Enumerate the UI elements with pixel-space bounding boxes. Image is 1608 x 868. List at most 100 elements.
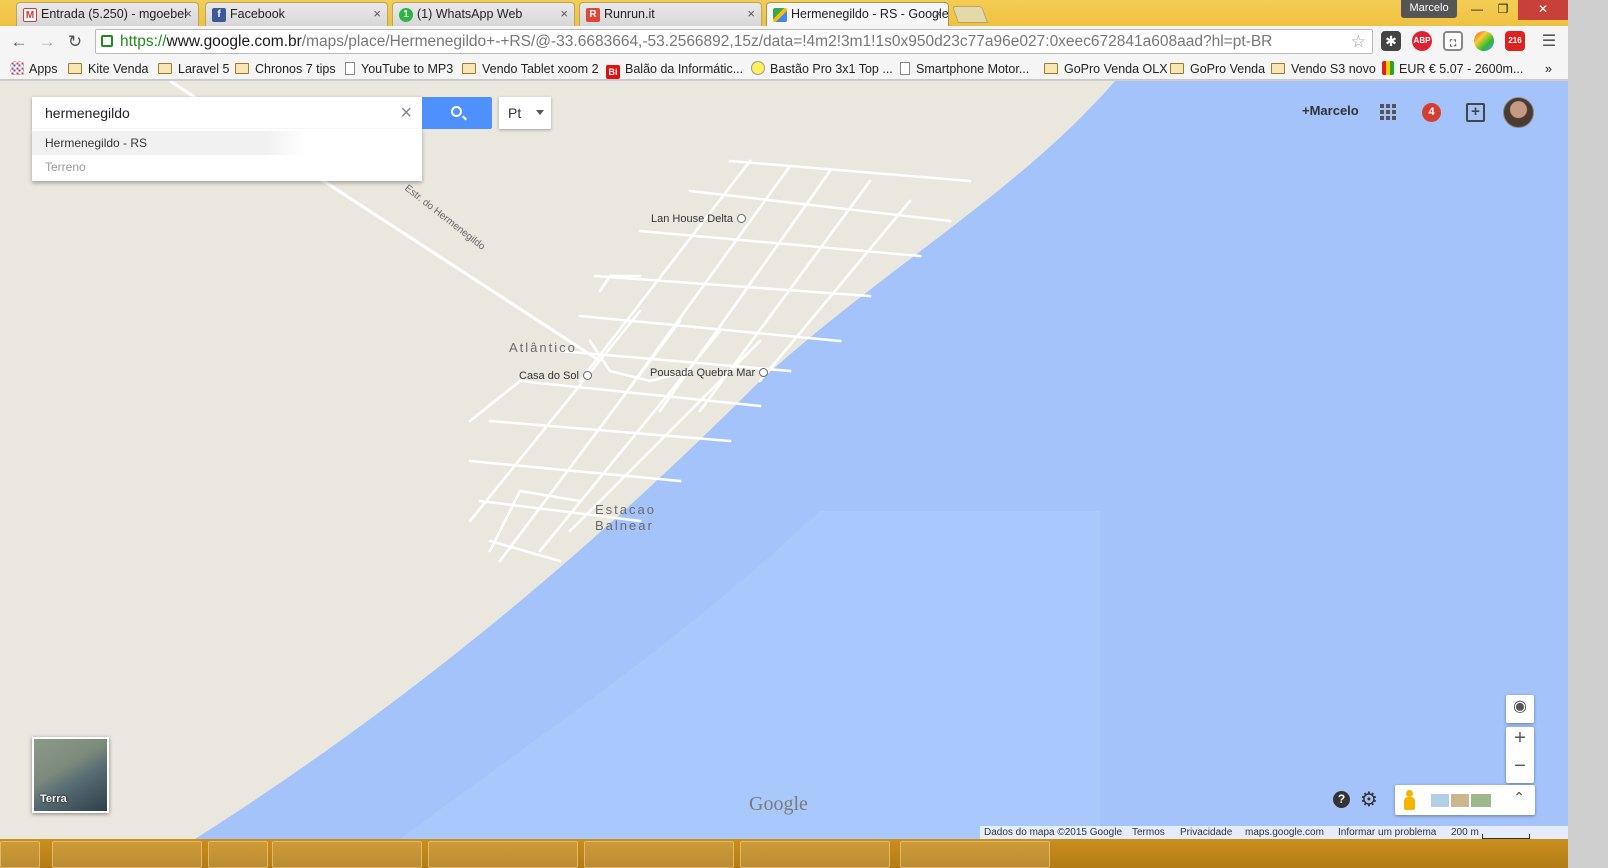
bookmark-apps[interactable]: Apps	[10, 61, 58, 77]
taskbar-item[interactable]	[272, 841, 422, 868]
tab-whatsapp[interactable]: 1 (1) WhatsApp Web ×	[392, 2, 575, 26]
close-icon[interactable]: ×	[400, 97, 412, 129]
bookmark-label: Laravel 5	[178, 62, 230, 76]
folder-icon	[235, 63, 249, 74]
taskbar-item[interactable]	[740, 841, 890, 868]
menu-icon[interactable]: ☰	[1538, 32, 1560, 52]
pegman-icon[interactable]	[1404, 790, 1415, 810]
folder-icon	[1170, 63, 1184, 74]
poi-casa-do-sol[interactable]: Casa do Sol	[519, 370, 592, 382]
close-tab-icon[interactable]: ×	[747, 3, 755, 25]
bookmark-eur[interactable]: EUR € 5.07 - 2600m...	[1382, 61, 1523, 77]
gear-icon[interactable]: ⚙	[1360, 787, 1378, 812]
adblock-icon[interactable]: ABP	[1412, 31, 1432, 51]
restore-button[interactable]: ❐	[1491, 0, 1515, 20]
tab-facebook[interactable]: f Facebook ×	[205, 2, 388, 26]
language-select[interactable]: Pt	[499, 97, 551, 129]
close-tab-icon[interactable]: ×	[373, 3, 381, 25]
bookmarks-overflow[interactable]: »	[1545, 61, 1552, 77]
notify-ext-icon[interactable]: 216	[1505, 31, 1525, 51]
screen-capture-icon[interactable]: ⛶	[1443, 31, 1463, 51]
taskbar-item[interactable]	[584, 841, 734, 868]
bookmark-laravel[interactable]: Laravel 5	[158, 61, 229, 77]
new-tab-button[interactable]	[951, 6, 989, 23]
bookmark-label: Vendo S3 novo	[1291, 62, 1376, 76]
url-scheme: https://	[120, 33, 167, 50]
avatar[interactable]	[1503, 97, 1534, 128]
tab-gmail[interactable]: M Entrada (5.250) - mgoebel ×	[16, 2, 199, 26]
profile-chip[interactable]: Marcelo	[1401, 0, 1457, 18]
terms-link[interactable]: Termos	[1132, 826, 1165, 839]
street-view-bar[interactable]: ⌃	[1395, 785, 1535, 815]
colorful-ext-icon[interactable]	[1474, 31, 1494, 51]
my-location-button[interactable]: ◉	[1506, 695, 1534, 723]
report-problem-link[interactable]: Informar um problema	[1338, 826, 1436, 839]
apps-grid-icon[interactable]	[1380, 104, 1396, 120]
whatsapp-icon: 1	[399, 8, 413, 22]
bookmark-label: Chronos 7 tips	[255, 62, 336, 76]
reload-icon[interactable]: ↻	[64, 32, 86, 52]
url-host: www.google.com.br	[166, 33, 302, 50]
privacy-link[interactable]: Privacidade	[1180, 826, 1232, 839]
search-input[interactable]: hermenegildo ×	[32, 97, 422, 129]
bookmark-bastao[interactable]: Bastão Pro 3x1 Top ...	[751, 61, 893, 77]
minimize-button[interactable]: —	[1465, 0, 1489, 20]
start-button[interactable]	[0, 841, 40, 868]
site-link[interactable]: maps.google.com	[1245, 826, 1324, 839]
zoom-control: + −	[1506, 727, 1534, 783]
taskbar-item[interactable]	[900, 841, 1050, 868]
suggestion-item[interactable]: Hermenegildo - RS	[32, 131, 422, 155]
runrun-icon: R	[586, 8, 600, 22]
chevron-down-icon	[536, 110, 544, 115]
search-button[interactable]	[422, 97, 492, 129]
zoom-in-button[interactable]: +	[1506, 727, 1534, 750]
place-line: Estacao	[595, 502, 656, 517]
bookmark-star-icon[interactable]: ☆	[1351, 30, 1366, 53]
bookmark-vendo-s3[interactable]: Vendo S3 novo	[1271, 61, 1376, 77]
bookmark-vendo-tablet[interactable]: Vendo Tablet xoom 2	[462, 61, 599, 77]
notification-badge[interactable]: 4	[1422, 103, 1441, 122]
taskbar-item[interactable]	[428, 841, 578, 868]
bookmark-label: GoPro Venda	[1190, 62, 1266, 76]
bookmark-kite-venda[interactable]: Kite Venda	[68, 61, 148, 77]
earth-view-toggle[interactable]: Terra	[32, 737, 109, 813]
close-tab-icon[interactable]: ×	[934, 3, 942, 25]
gmail-icon: M	[23, 8, 37, 22]
bookmark-label: YouTube to MP3	[361, 62, 454, 76]
bookmark-chronos[interactable]: Chronos 7 tips	[235, 61, 336, 77]
expand-icon[interactable]: ⌃	[1513, 789, 1525, 806]
close-window-button[interactable]: ✕	[1518, 0, 1568, 20]
url-path: /maps/place/Hermenegildo+-+RS/@-33.66836…	[301, 33, 1273, 50]
poi-label: Casa do Sol	[519, 370, 579, 382]
address-bar[interactable]: https://www.google.com.br/maps/place/Her…	[95, 29, 1373, 54]
maps-icon	[773, 8, 787, 22]
imagery-thumbnails[interactable]	[1431, 794, 1491, 807]
map-canvas[interactable]: Estr. do Hermenegildo Lan House Delta At…	[0, 81, 1568, 839]
tab-runrun[interactable]: R Runrun.it ×	[579, 2, 762, 26]
taskbar-item[interactable]	[52, 841, 202, 868]
bookmark-smartphone[interactable]: Smartphone Motor...	[900, 61, 1029, 77]
suggestion-item[interactable]: Terreno	[32, 155, 422, 179]
user-profile-link[interactable]: +Marcelo	[1302, 103, 1359, 118]
puzzle-icon[interactable]: ✱	[1381, 31, 1401, 51]
close-tab-icon[interactable]: ×	[184, 3, 192, 25]
tab-google-maps[interactable]: Hermenegildo - RS - Google ×	[766, 2, 949, 27]
help-icon[interactable]: ?	[1333, 791, 1350, 808]
back-icon[interactable]: ←	[8, 32, 30, 52]
share-icon[interactable]: +	[1466, 103, 1485, 122]
folder-icon	[1271, 63, 1285, 74]
place-line: Balnear	[595, 518, 654, 533]
bookmark-balao[interactable]: Bi Balão da Informátic...	[606, 61, 743, 79]
taskbar-item[interactable]	[208, 841, 268, 868]
poi-lan-house[interactable]: Lan House Delta	[651, 213, 746, 225]
tab-label: (1) WhatsApp Web	[417, 7, 523, 21]
forward-icon[interactable]: →	[36, 32, 58, 52]
bookmark-youtube-mp3[interactable]: YouTube to MP3	[345, 61, 453, 77]
close-tab-icon[interactable]: ×	[560, 3, 568, 25]
bookmark-gopro-venda[interactable]: GoPro Venda	[1170, 61, 1265, 77]
language-value: Pt	[508, 105, 522, 121]
place-estacao: Estacao Balnear	[595, 502, 656, 534]
poi-pousada[interactable]: Pousada Quebra Mar	[650, 367, 769, 379]
bookmark-gopro-olx[interactable]: GoPro Venda OLX	[1044, 61, 1168, 77]
zoom-out-button[interactable]: −	[1506, 755, 1534, 778]
